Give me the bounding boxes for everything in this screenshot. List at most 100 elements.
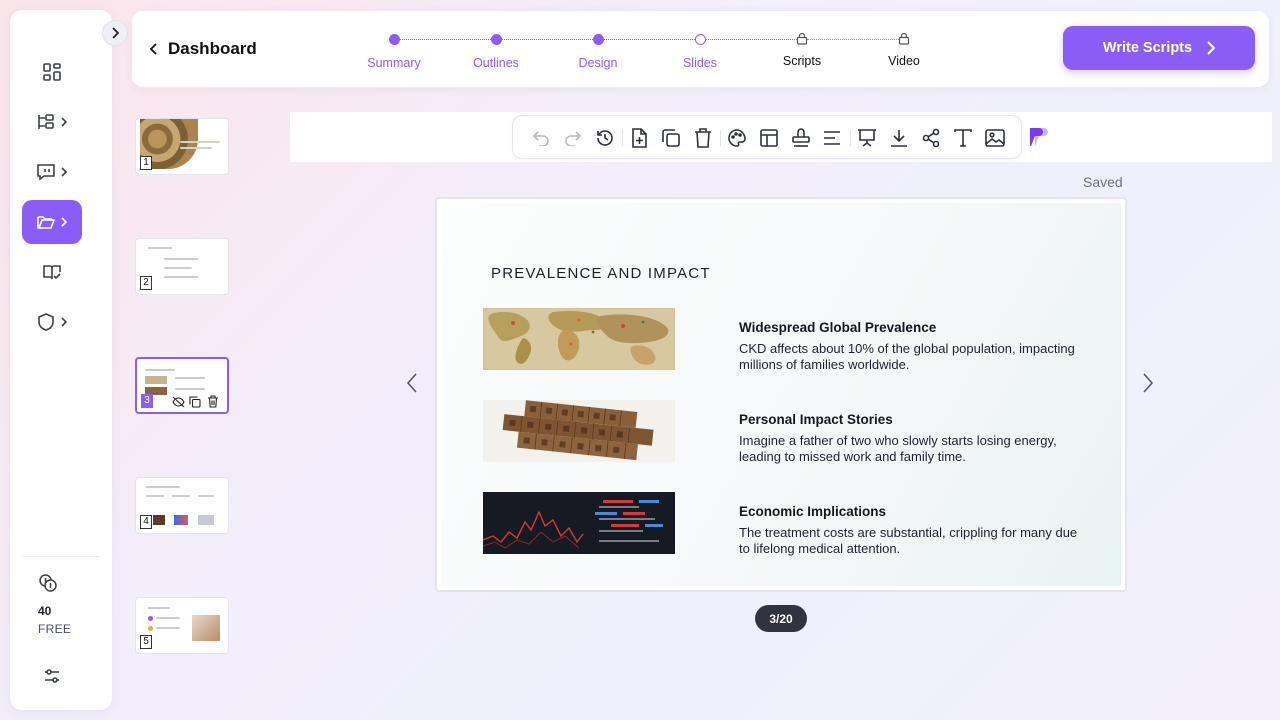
coins-icon xyxy=(39,574,57,592)
thumb-number: 5 xyxy=(140,635,152,649)
sidebar-item-library[interactable] xyxy=(22,250,82,294)
chevron-right-icon xyxy=(61,317,68,327)
item-body[interactable]: CKD affects about 10% of the global popu… xyxy=(739,341,1079,373)
chevron-right-icon xyxy=(61,117,68,127)
delete-slide-icon[interactable] xyxy=(207,395,219,408)
thumb-text-line xyxy=(145,369,175,371)
step-summary[interactable]: Summary xyxy=(344,31,444,70)
write-scripts-button[interactable]: Write Scripts xyxy=(1063,26,1255,70)
scrabble-tiles-image[interactable] xyxy=(483,400,675,462)
thumb-text-line xyxy=(148,607,170,609)
step-label: Outlines xyxy=(473,56,519,70)
sidebar-item-structure[interactable] xyxy=(22,100,82,144)
sidebar-item-dashboard[interactable] xyxy=(22,50,82,94)
step-design[interactable]: Design xyxy=(548,31,648,70)
sidebar-item-chat[interactable] xyxy=(22,150,82,194)
thumb-text-line xyxy=(164,258,198,260)
slide-thumbnail-3[interactable]: 3 xyxy=(135,357,229,414)
step-done-dot xyxy=(592,34,604,45)
align-button[interactable] xyxy=(821,127,843,149)
text-button[interactable] xyxy=(952,127,974,149)
lock-icon xyxy=(796,32,808,45)
download-button[interactable] xyxy=(888,127,910,149)
thumb-bullet xyxy=(148,626,153,631)
layout-button[interactable] xyxy=(758,127,780,149)
previous-slide-button[interactable] xyxy=(406,372,418,399)
step-video[interactable]: Video xyxy=(854,31,954,68)
slide-title[interactable]: PREVALENCE AND IMPACT xyxy=(491,265,711,282)
add-slide-button[interactable] xyxy=(628,127,650,149)
thumb-text-line xyxy=(146,495,164,497)
brand-logo-icon xyxy=(1029,127,1051,152)
slide-thumbnail-4[interactable]: 4 xyxy=(135,477,229,534)
step-scripts[interactable]: Scripts xyxy=(752,31,852,68)
slide-canvas[interactable]: PREVALENCE AND IMPACT Widespread Global … xyxy=(435,197,1127,592)
item-body[interactable]: Imagine a father of two who slowly start… xyxy=(739,433,1079,465)
slide-thumbnail-1[interactable]: 1 xyxy=(135,118,229,175)
toolbar-divider xyxy=(850,130,851,146)
thumb-text-line xyxy=(164,276,198,278)
save-status: Saved xyxy=(1083,174,1123,190)
share-button[interactable] xyxy=(920,127,942,149)
sidebar-item-projects[interactable] xyxy=(22,200,82,244)
present-button[interactable] xyxy=(856,127,878,149)
history-button[interactable] xyxy=(594,127,616,149)
item-heading[interactable]: Widespread Global Prevalence xyxy=(739,320,936,335)
delete-button[interactable] xyxy=(692,127,714,149)
editor-toolbar xyxy=(512,115,1022,159)
stamp-button[interactable] xyxy=(790,127,812,149)
item-heading[interactable]: Personal Impact Stories xyxy=(739,412,893,427)
thumb-photo xyxy=(198,515,214,525)
slide-thumbnail-2[interactable]: 2 xyxy=(135,238,229,295)
progress-stepper: Summary Outlines Design Slides Scripts V… xyxy=(358,31,938,77)
undo-button[interactable] xyxy=(530,127,552,149)
back-to-dashboard[interactable]: Dashboard xyxy=(150,39,257,59)
chevron-right-icon xyxy=(1143,373,1154,393)
settings-button[interactable] xyxy=(42,666,62,691)
stock-chart-image[interactable] xyxy=(483,492,675,554)
sidebar-item-security[interactable] xyxy=(22,300,82,344)
credits-panel[interactable]: 40 FREE xyxy=(38,573,71,636)
write-scripts-label: Write Scripts xyxy=(1102,40,1193,56)
thumb-map-image xyxy=(145,376,167,384)
align-icon xyxy=(824,131,840,145)
world-map-image[interactable] xyxy=(483,308,675,370)
duplicate-button[interactable] xyxy=(660,127,682,149)
step-slides[interactable]: Slides xyxy=(650,31,750,70)
left-sidebar: 40 FREE xyxy=(10,10,112,710)
shield-icon xyxy=(38,313,54,331)
slide-thumbnail-5[interactable]: 5 xyxy=(135,597,229,654)
image-button[interactable] xyxy=(984,127,1006,149)
thumb-number: 1 xyxy=(140,156,152,170)
step-label: Video xyxy=(888,54,920,68)
thumb-bullet xyxy=(148,616,153,621)
history-icon xyxy=(597,130,613,146)
stamp-icon xyxy=(792,128,810,147)
layout-icon xyxy=(760,129,778,147)
item-heading[interactable]: Economic Implications xyxy=(739,504,886,519)
step-label: Summary xyxy=(367,56,421,70)
chevron-right-icon xyxy=(61,167,68,177)
chevron-right-icon xyxy=(1207,41,1216,55)
thumb-text-line xyxy=(175,377,205,379)
thumb-text-line xyxy=(198,495,214,497)
toolbar-divider xyxy=(622,130,623,146)
chevron-right-icon xyxy=(61,217,68,227)
theme-button[interactable] xyxy=(726,127,748,149)
delete-icon xyxy=(695,128,711,148)
step-outlines[interactable]: Outlines xyxy=(446,31,546,70)
text-icon xyxy=(954,129,972,147)
dashboard-grid-icon xyxy=(43,63,61,81)
duplicate-icon xyxy=(662,129,680,147)
item-body[interactable]: The treatment costs are substantial, cri… xyxy=(739,525,1079,557)
hide-slide-icon[interactable] xyxy=(172,396,185,408)
redo-button[interactable] xyxy=(562,127,584,149)
thumb-photo xyxy=(153,515,165,525)
duplicate-slide-icon[interactable] xyxy=(189,396,201,408)
chevron-right-icon xyxy=(112,27,119,39)
sidebar-toggle-button[interactable] xyxy=(102,20,128,46)
next-slide-button[interactable] xyxy=(1142,372,1154,399)
download-icon xyxy=(891,130,907,147)
slide-content: PREVALENCE AND IMPACT Widespread Global … xyxy=(441,203,1121,586)
folder-open-icon xyxy=(37,216,56,229)
